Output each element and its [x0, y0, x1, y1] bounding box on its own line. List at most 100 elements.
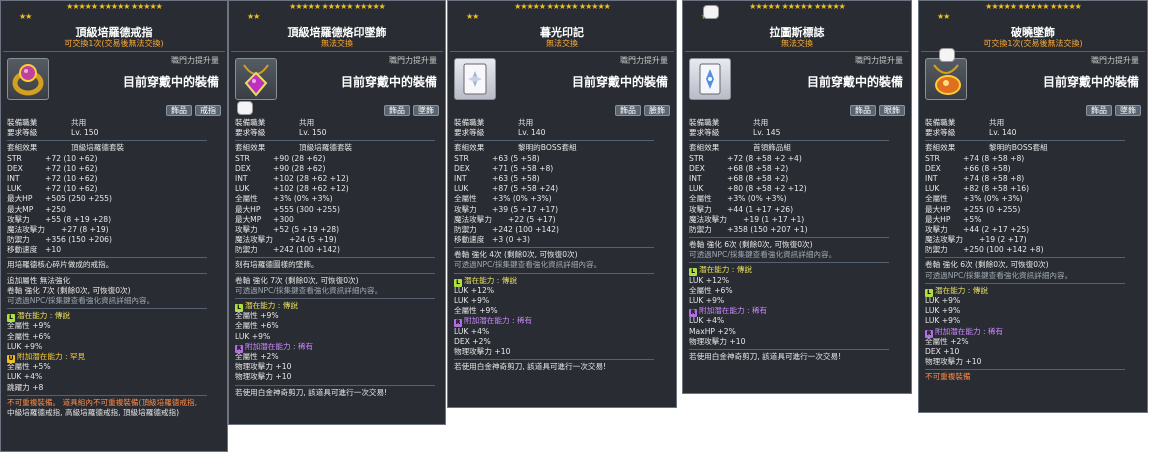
- potential-line: 跳躍力 +8: [7, 383, 207, 393]
- category-tag: 戒指: [195, 105, 221, 116]
- text-line: +87 (5 +58 +24): [492, 184, 559, 194]
- divider: [235, 272, 435, 274]
- text-line: DEX +10: [925, 347, 1125, 357]
- divider: [7, 257, 207, 259]
- text-line: +44 (2 +17 +25): [963, 224, 1030, 234]
- text-line: 最大HP: [235, 204, 261, 214]
- divider: [689, 237, 889, 239]
- text-line: 全屬性 +3% (0% +3%): [235, 194, 435, 204]
- text-line: 最大MP: [7, 204, 34, 214]
- text-line: INT +102 (28 +62 +12): [235, 174, 435, 184]
- text-line: 目前穿戴中的裝備: [806, 75, 903, 89]
- text-line: 中級培羅德戒指, 高級培羅德戒指, 頂級培羅德戒指): [7, 407, 180, 417]
- text-line: 全屬性 +9%: [235, 311, 435, 321]
- item-description: 用培羅德核心碎片做成的戒指。: [7, 260, 114, 270]
- text-line: DEX +90 (28 +62): [235, 164, 435, 174]
- text-line: ★★: [19, 12, 32, 21]
- star-force: ★★★★★ ★★★★★ ★★★★★ ★★: [1, 1, 227, 23]
- text-line: 最大HP: [925, 204, 951, 214]
- text-line: INT: [7, 173, 20, 183]
- text-line: 墜飾: [1115, 105, 1141, 116]
- text-line: 頂級培羅德套裝: [71, 143, 125, 153]
- text-line: LUK +102 (28 +62 +12): [235, 184, 435, 194]
- text-line: STR: [7, 153, 22, 163]
- divider: [7, 394, 207, 396]
- text-line: 潛在能力 : 傳說: [245, 301, 298, 310]
- text-line: 攻擊力 +55 (8 +19 +28): [7, 215, 207, 225]
- text-line: 防禦力 +250 (100 +142 +8): [925, 245, 1125, 255]
- text-line: LUK: [235, 184, 250, 194]
- divider: [7, 140, 207, 142]
- category-tag: 飾品: [166, 105, 192, 116]
- text-line: 最大MP +250: [7, 205, 207, 215]
- potential-line: LUK +9%: [7, 342, 207, 352]
- text-line: 物理攻擊力 +10: [235, 362, 292, 372]
- text-line: 套組效果: [235, 143, 266, 153]
- text-line: 附加潛在能力 : 罕見: [17, 351, 86, 361]
- text-line: 全屬性: [925, 194, 948, 204]
- text-line: 全屬性 +6%: [235, 321, 435, 331]
- text-line: 套組效果: [925, 143, 956, 153]
- footer-note: 若使用白金神奇剪刀, 該道具可進行一次交易!: [235, 387, 388, 397]
- text-line: STR +72 (10 +62): [7, 154, 207, 164]
- text-line: 攻擊力 +44 (1 +17 +26): [689, 205, 889, 215]
- text-line: +68 (8 +58 +2): [727, 173, 789, 183]
- text-line: STR +72 (8 +58 +2 +4): [689, 154, 889, 164]
- text-line: LUK +4%: [454, 327, 654, 337]
- additional-potential-title: R 附加潛在能力 : 稀有: [454, 316, 654, 328]
- potential-title: L 潛在能力 : 傳說: [454, 275, 654, 287]
- text-line: +102 (28 +62 +12): [273, 184, 349, 194]
- divider: [450, 51, 674, 52]
- text-line: 全屬性 +2%: [925, 337, 1125, 347]
- text-line: LUK +9%: [235, 331, 271, 341]
- text-line: 潛在能力 : 傳說: [464, 275, 517, 285]
- text-line: ★★★★★ ★★★★★ ★★★★★: [289, 2, 386, 11]
- additional-potential-title: R 附加潛在能力 : 稀有: [235, 342, 435, 353]
- text-line: LUK +9%: [925, 316, 1125, 326]
- text-line: 裝備職業: [235, 118, 266, 127]
- text-line: 套組效果 首領飾品組: [689, 143, 889, 153]
- item-info: 裝備職業 共用 要求等級 Lv. 140 套組效果 黎明的BOSS套組 STR +63 …: [454, 118, 654, 372]
- text-line: LUK +9%: [454, 296, 654, 306]
- text-line: 魔法攻擊力: [689, 214, 727, 224]
- divider: [231, 51, 443, 52]
- text-line: +19 (2 +17): [979, 235, 1027, 245]
- text-line: DEX: [7, 163, 23, 173]
- text-line: +72 (10 +62): [45, 153, 98, 163]
- text-line: 全屬性 +2%: [235, 351, 279, 361]
- text-line: 裝備職業 共用: [235, 118, 435, 128]
- text-line: 潛在能力 : 傳說: [935, 285, 988, 295]
- star-force: ★★★★★ ★★★★★ ★★★★★ ★★: [448, 1, 676, 23]
- text-line: 要求等級 Lv. 140: [925, 128, 1125, 138]
- divider: [689, 140, 889, 142]
- trade-status: 無法交換: [781, 39, 813, 48]
- text-line: 防禦力 +242 (100 +142): [454, 225, 654, 235]
- text-line: 防禦力: [235, 245, 258, 255]
- text-line: STR +74 (8 +58 +8): [925, 154, 1125, 164]
- text-line: 魔法攻擊力: [7, 224, 45, 234]
- divider: [235, 257, 435, 259]
- text-line: +68 (8 +58 +2): [727, 163, 789, 173]
- text-line: 裝備職業: [689, 118, 720, 127]
- text-line: ★★: [247, 12, 260, 21]
- text-line: 全屬性 +6%: [235, 321, 279, 331]
- text-line: 全屬性: [235, 194, 258, 204]
- text-line: +63 (5 +58): [492, 153, 540, 163]
- potential-line: LUK +4%: [7, 372, 207, 382]
- text-line: 魔法攻擊力: [235, 235, 273, 245]
- text-line: +242 (100 +142): [492, 224, 559, 234]
- text-line: +19 (1 +17 +1): [743, 214, 805, 224]
- text-line: LUK +80 (8 +58 +2 +12): [689, 184, 889, 194]
- text-line: 要求等級: [235, 128, 266, 138]
- text-line: 套組效果 頂級培羅德套裝: [235, 143, 435, 153]
- text-line: +3% (0% +3%): [492, 194, 552, 204]
- text-line: 套組效果: [689, 143, 720, 153]
- text-line: LUK +4%: [7, 372, 43, 382]
- divider: [454, 272, 654, 274]
- wearing-label: 目前穿戴中的裝備: [122, 75, 219, 89]
- divider: [685, 51, 909, 52]
- text-line: +102 (28 +62 +12): [273, 173, 349, 183]
- emblem-icon: [454, 58, 496, 100]
- text-line: 黎明的BOSS套組: [989, 143, 1048, 153]
- text-line: LUK: [7, 184, 22, 194]
